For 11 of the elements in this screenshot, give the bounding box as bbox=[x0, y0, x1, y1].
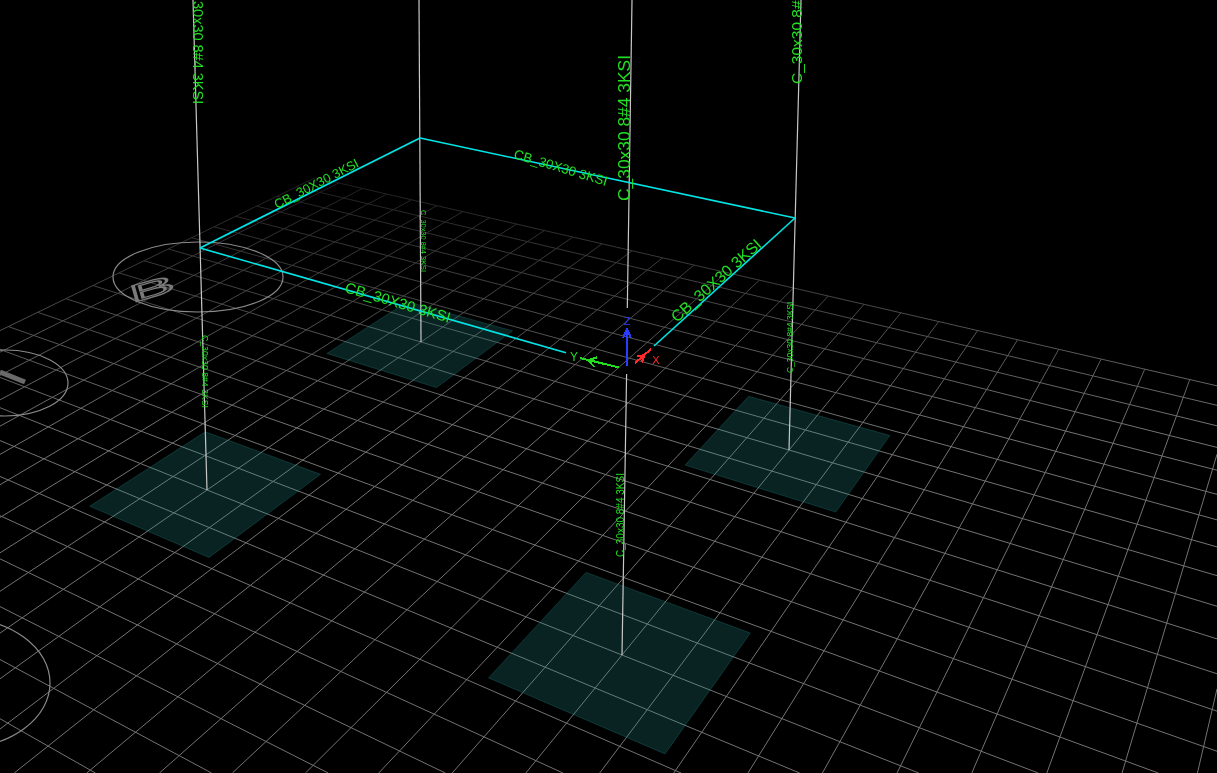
axis-label: Z bbox=[623, 315, 631, 327]
axis-label: Y bbox=[570, 350, 578, 364]
column-label: C_30x30 8#4 3KSI bbox=[615, 473, 626, 557]
axis-label: X bbox=[652, 354, 660, 366]
grid-bubble bbox=[0, 349, 69, 417]
column-label: 30x30 8#4 3KSI bbox=[190, 1, 206, 105]
column-label: C_30x30 8#4 3KSI bbox=[200, 335, 210, 408]
column-label: C_30x30 8#4 3KSI bbox=[785, 301, 795, 373]
grid-label: B bbox=[126, 269, 178, 308]
column-label: C_30x30 8#4 3KSI bbox=[614, 55, 634, 201]
column-label: C_30x30 8# bbox=[788, 0, 805, 84]
